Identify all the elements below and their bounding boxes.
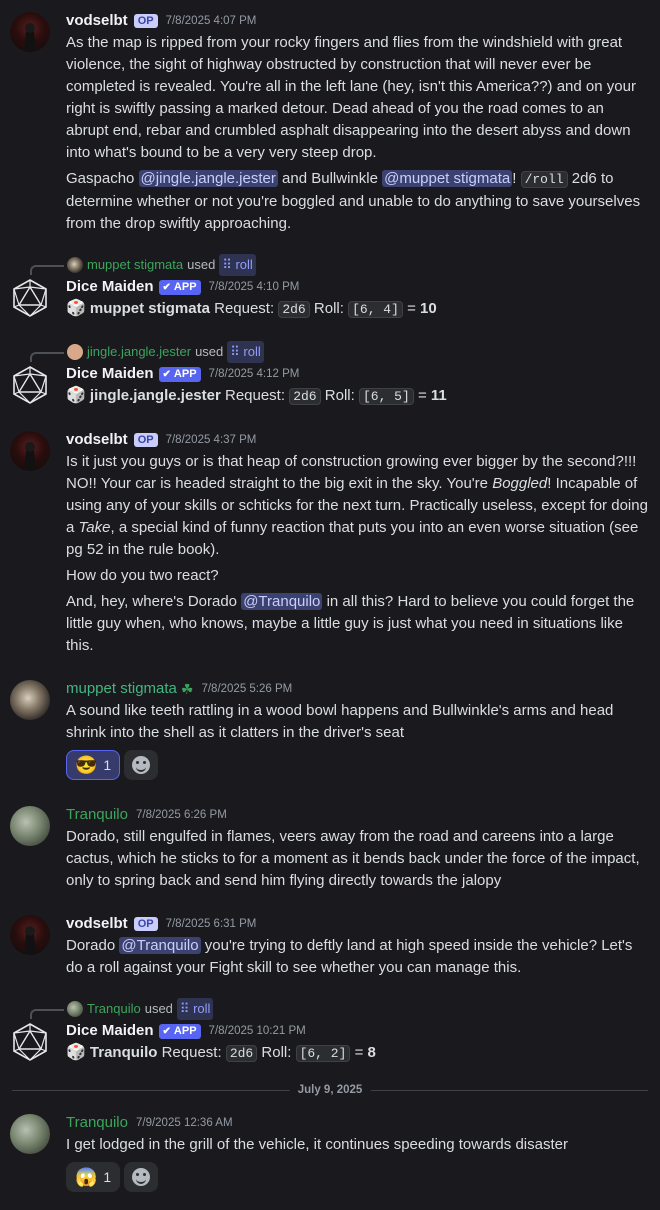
app-badge: ✔ APP <box>158 279 201 295</box>
author-name[interactable]: Dice Maiden <box>66 1020 154 1042</box>
message-content: Dorado @Tranquilo you're trying to deftl… <box>66 937 633 976</box>
message-paragraph: Gaspacho @jingle.jangle.jester and Bullw… <box>66 170 641 232</box>
d20-icon <box>13 279 47 317</box>
app-badge: ✔ APP <box>158 1023 201 1039</box>
avatar[interactable] <box>10 1114 50 1154</box>
avatar[interactable] <box>10 12 50 52</box>
author-name[interactable]: Tranquilo <box>66 1112 128 1134</box>
avatar[interactable] <box>10 431 50 471</box>
inline-code: /roll <box>520 171 568 188</box>
timestamp[interactable]: 7/8/2025 5:26 PM <box>201 678 292 700</box>
author-name[interactable]: vodselbt <box>66 913 128 935</box>
op-badge: OP <box>133 917 158 931</box>
add-reaction-icon[interactable] <box>124 750 159 780</box>
avatar[interactable] <box>10 1022 50 1062</box>
user-mention[interactable]: @jingle.jangle.jester <box>138 170 278 187</box>
author-name[interactable]: vodselbt <box>66 10 128 32</box>
author-name[interactable]: Dice Maiden <box>66 276 154 298</box>
author-name[interactable]: Dice Maiden <box>66 363 154 385</box>
op-badge: OP <box>133 14 158 28</box>
reactions: 😱 1 <box>66 1162 648 1192</box>
message-content: A sound like teeth rattling in a wood bo… <box>66 702 614 741</box>
message-content: 🎲 muppet stigmata Request: 2d6 Roll: [6, … <box>66 300 437 318</box>
checkmark-icon: ✔ <box>162 368 171 380</box>
timestamp[interactable]: 7/8/2025 6:31 PM <box>166 913 257 935</box>
reply-author[interactable]: Tranquilo <box>87 998 141 1020</box>
date-divider-label: July 9, 2025 <box>289 1082 371 1098</box>
message-paragraph: Is it just you guys or is that heap of c… <box>66 453 648 558</box>
sunglasses-emoji: 😎 <box>75 755 98 775</box>
date-divider: July 9, 2025 <box>12 1082 648 1098</box>
timestamp[interactable]: 7/8/2025 4:07 PM <box>166 10 257 32</box>
game-die-icon: 🎲 <box>66 1044 86 1061</box>
user-mention[interactable]: @Tranquilo <box>119 937 201 954</box>
reply-preview[interactable]: muppet stigmata used ⠿ roll <box>30 254 256 276</box>
scream-emoji: 😱 <box>75 1167 98 1187</box>
message-content: 🎲 Tranquilo Request: 2d6 Roll: [6, 2] = 8 <box>66 1044 376 1062</box>
d20-icon <box>13 1023 47 1061</box>
avatar[interactable] <box>10 806 50 846</box>
message-content: I get lodged in the grill of the vehicle… <box>66 1136 568 1153</box>
author-name[interactable]: Tranquilo <box>66 804 128 826</box>
d20-icon <box>13 366 47 404</box>
reaction[interactable]: 😎 1 <box>66 750 121 780</box>
avatar-mini <box>67 1001 83 1017</box>
avatar[interactable] <box>10 680 50 720</box>
user-mention[interactable]: @Tranquilo <box>241 593 323 610</box>
reply-author[interactable]: muppet stigmata <box>87 254 183 276</box>
timestamp[interactable]: 7/8/2025 10:21 PM <box>209 1020 306 1042</box>
timestamp[interactable]: 7/8/2025 6:26 PM <box>136 804 227 826</box>
slash-command-icon[interactable]: ⠿ roll <box>227 341 264 363</box>
slash-command-icon[interactable]: ⠿ roll <box>219 254 256 276</box>
author-name[interactable]: muppet stigmata <box>66 678 177 700</box>
author-name[interactable]: vodselbt <box>66 429 128 451</box>
checkmark-icon: ✔ <box>162 281 171 293</box>
timestamp[interactable]: 7/8/2025 4:37 PM <box>166 429 257 451</box>
message-paragraph: And, hey, where's Dorado @Tranquilo in a… <box>66 593 635 654</box>
app-badge: ✔ APP <box>158 366 201 382</box>
op-badge: OP <box>133 433 158 447</box>
message-content: 🎲 jingle.jangle.jester Request: 2d6 Roll:… <box>66 387 447 405</box>
message-content: As the map is ripped from your rocky fin… <box>66 32 648 235</box>
timestamp[interactable]: 7/8/2025 4:10 PM <box>209 276 300 298</box>
message-content: Dorado, still engulfed in flames, veers … <box>66 828 640 889</box>
game-die-icon: 🎲 <box>66 387 86 404</box>
timestamp[interactable]: 7/9/2025 12:36 AM <box>136 1112 233 1134</box>
avatar[interactable] <box>10 915 50 955</box>
add-reaction-icon[interactable] <box>124 1162 159 1192</box>
checkmark-icon: ✔ <box>162 1025 171 1037</box>
slash-command-icon[interactable]: ⠿ roll <box>176 998 214 1020</box>
user-mention[interactable]: @muppet stigmata <box>382 170 513 187</box>
reactions: 😎 1 <box>66 750 648 780</box>
avatar[interactable] <box>10 365 50 405</box>
four-leaf-clover-icon: ☘ <box>180 681 194 697</box>
reply-preview[interactable]: jingle.jangle.jester used ⠿ roll <box>30 341 264 363</box>
reaction[interactable]: 😱 1 <box>66 1162 121 1192</box>
avatar-mini <box>67 344 83 360</box>
message-content: Is it just you guys or is that heap of c… <box>66 451 648 657</box>
game-die-icon: 🎲 <box>66 300 86 317</box>
avatar[interactable] <box>10 278 50 318</box>
message-paragraph: As the map is ripped from your rocky fin… <box>66 34 636 161</box>
message-paragraph: How do you two react? <box>66 567 219 584</box>
reply-author[interactable]: jingle.jangle.jester <box>87 341 191 363</box>
reply-preview[interactable]: Tranquilo used ⠿ roll <box>30 998 214 1020</box>
avatar-mini <box>67 257 83 273</box>
timestamp[interactable]: 7/8/2025 4:12 PM <box>209 363 300 385</box>
